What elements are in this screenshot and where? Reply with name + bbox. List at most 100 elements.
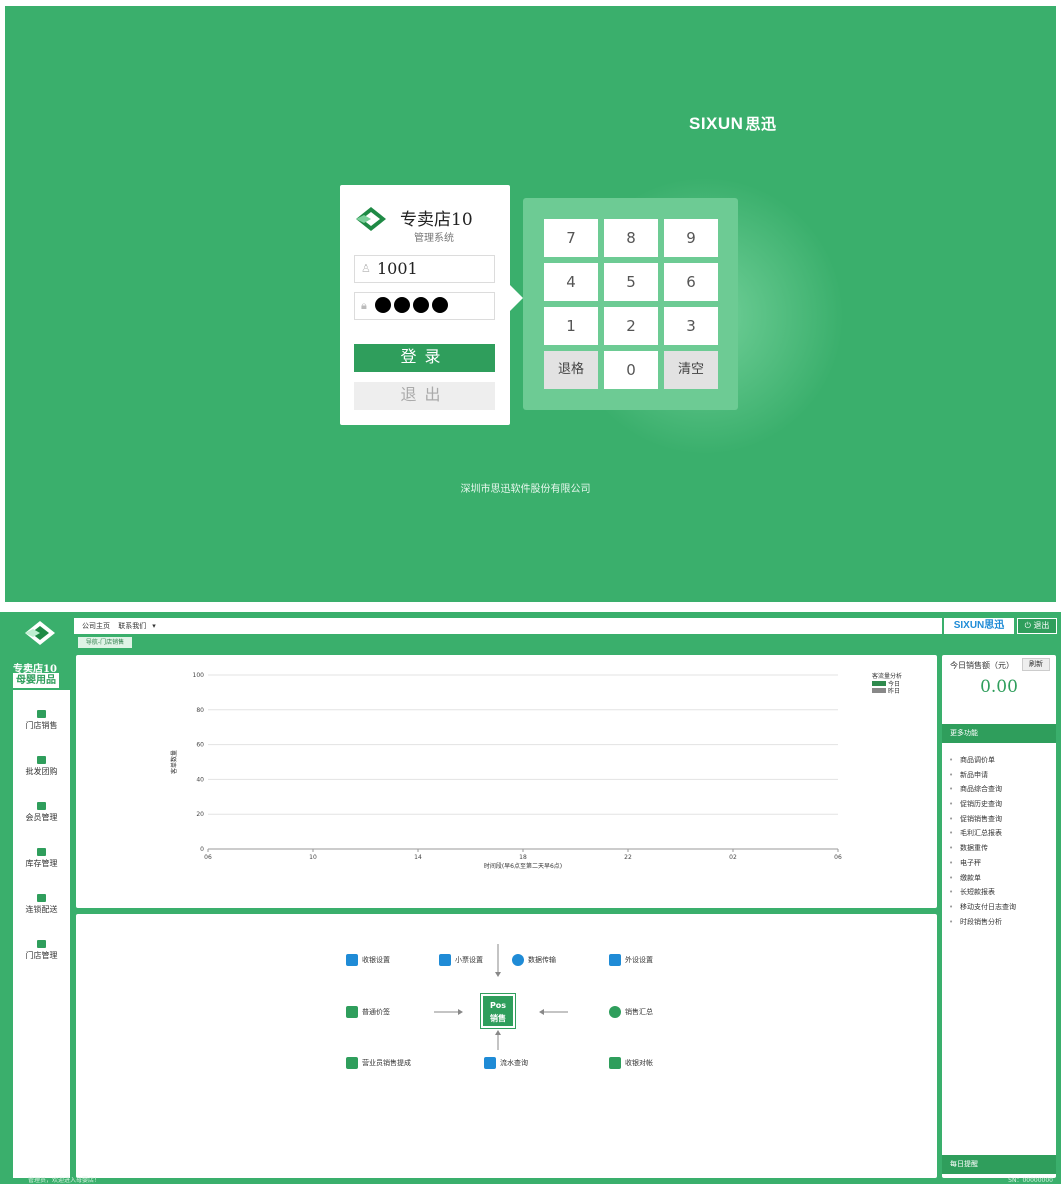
globe-icon — [512, 954, 524, 966]
data-transfer-button[interactable]: 数据传输 — [512, 954, 556, 966]
key-1[interactable]: 1 — [544, 307, 598, 345]
more-function-link[interactable]: 数据重传 — [942, 841, 1056, 856]
sidebar-item-store-sales[interactable]: 门店销售 — [13, 710, 70, 731]
more-function-link[interactable]: 电子秤 — [942, 856, 1056, 871]
brand-text: SIXUN — [689, 114, 744, 133]
sidebar-item-store-manage[interactable]: 门店管理 — [13, 940, 70, 961]
price-label-button[interactable]: 普通价签 — [346, 1006, 390, 1018]
power-icon: ⏻ — [1024, 621, 1031, 630]
flow-query-button[interactable]: 流水查询 — [484, 1057, 528, 1069]
store-type-badge: 母婴用品 — [13, 673, 59, 688]
top-bar: 公司主页 联系我们 ▾ — [74, 618, 942, 634]
key-backspace[interactable]: 退格 — [544, 351, 598, 389]
pos-sales-label: 销售 — [490, 1014, 506, 1023]
x-tick-label: 06 — [204, 854, 212, 861]
password-field[interactable]: 🔒︎ — [354, 292, 495, 320]
more-function-link[interactable]: 毛利汇总报表 — [942, 826, 1056, 841]
key-2[interactable]: 2 — [604, 307, 658, 345]
company-name: 深圳市思迅软件股份有限公司 — [460, 484, 591, 495]
y-tick-label: 0 — [200, 846, 204, 853]
tab-store-sales[interactable]: 导航-门店销售 — [78, 637, 132, 648]
flow-query-label: 流水查询 — [500, 1059, 528, 1067]
x-tick-label: 22 — [624, 854, 632, 861]
username-value: 1001 — [377, 259, 418, 278]
brand-text-cn: 思迅 — [745, 116, 777, 133]
sidebar-item-label: 连锁配送 — [25, 905, 58, 914]
ticket-settings-button[interactable]: 小票设置 — [439, 954, 483, 966]
more-functions-header: 更多功能 — [942, 724, 1056, 743]
key-5[interactable]: 5 — [604, 263, 658, 301]
daily-reminder-header[interactable]: 每日提醒 — [942, 1155, 1056, 1174]
more-function-link[interactable]: 商品调价单 — [942, 753, 1056, 768]
x-tick-label: 14 — [414, 854, 422, 861]
sidebar-item-label: 库存管理 — [25, 859, 58, 868]
x-tick-label: 18 — [519, 854, 527, 861]
more-function-link[interactable]: 移动支付日志查询 — [942, 900, 1056, 915]
x-axis-label: 时间段(早6点至第二天早6点) — [484, 862, 562, 870]
password-dot — [432, 297, 448, 313]
arrow-up-icon — [495, 1030, 501, 1035]
lock-icon: 🔒︎ — [361, 299, 367, 312]
exit-button[interactable]: 退出 — [354, 382, 495, 410]
contact-link[interactable]: 联系我们 — [118, 622, 146, 630]
key-3[interactable]: 3 — [664, 307, 718, 345]
y-tick-label: 20 — [196, 811, 204, 818]
pos-label: Pos — [489, 1001, 507, 1010]
salesperson-commission-button[interactable]: 营业员销售提成 — [346, 1057, 411, 1069]
chevron-down-icon[interactable]: ▾ — [152, 622, 156, 630]
sidebar-item-wholesale[interactable]: 批发团购 — [13, 756, 70, 777]
key-7[interactable]: 7 — [544, 219, 598, 257]
checklist-icon — [609, 1057, 621, 1069]
today-sales-label: 今日销售额（元） — [950, 661, 1014, 670]
member-icon — [37, 802, 46, 810]
sidebar-item-label: 门店管理 — [25, 951, 58, 960]
key-6[interactable]: 6 — [664, 263, 718, 301]
more-function-link[interactable]: 商品综合查询 — [942, 782, 1056, 797]
key-clear[interactable]: 清空 — [664, 351, 718, 389]
login-button[interactable]: 登录 — [354, 344, 495, 372]
function-arrows — [434, 944, 568, 1050]
legend-entry: 昨日 — [888, 687, 900, 695]
password-dot — [413, 297, 429, 313]
serial-number: SN：00000000 — [1008, 1177, 1053, 1184]
cashier-settings-button[interactable]: 收银设置 — [346, 954, 390, 966]
ticket-settings-label: 小票设置 — [455, 956, 483, 964]
peripheral-settings-button[interactable]: 外设设置 — [609, 954, 653, 966]
more-functions-list: 商品调价单新品申请商品综合查询促销历史查询促销销售查询毛利汇总报表数据重传电子秤… — [942, 753, 1056, 929]
pos-sales-button[interactable]: Pos 销售 — [480, 993, 516, 1029]
sidebar-item-member[interactable]: 会员管理 — [13, 802, 70, 823]
more-function-link[interactable]: 新品申请 — [942, 768, 1056, 783]
sidebar-logo-icon — [25, 621, 55, 645]
refresh-button[interactable]: 刷新 — [1022, 658, 1050, 671]
peripheral-settings-label: 外设设置 — [625, 956, 653, 964]
more-function-link[interactable]: 促销销售查询 — [942, 812, 1056, 827]
data-transfer-label: 数据传输 — [528, 956, 556, 964]
home-link[interactable]: 公司主页 — [82, 622, 110, 630]
sales-summary-button[interactable]: 销售汇总 — [609, 1006, 653, 1018]
inventory-icon — [37, 848, 46, 856]
function-panel: 收银设置 小票设置 数据传输 外设设置 普通价签 销售汇总 营业员销售提成 流水… — [76, 914, 937, 1178]
more-function-link[interactable]: 长短款报表 — [942, 885, 1056, 900]
password-mask — [375, 297, 448, 313]
more-function-link[interactable]: 时段销售分析 — [942, 915, 1056, 930]
cashier-reconcile-label: 收银对帐 — [625, 1059, 653, 1067]
key-9[interactable]: 9 — [664, 219, 718, 257]
more-function-link[interactable]: 促销历史查询 — [942, 797, 1056, 812]
more-function-link[interactable]: 缴款单 — [942, 871, 1056, 886]
sidebar-item-inventory[interactable]: 库存管理 — [13, 848, 70, 869]
bar-chart-icon — [346, 1006, 358, 1018]
logout-button[interactable]: ⏻ 退出 — [1017, 618, 1057, 634]
key-4[interactable]: 4 — [544, 263, 598, 301]
y-tick-label: 80 — [196, 707, 204, 714]
x-tick-label: 06 — [834, 854, 842, 861]
y-axis-label: 客单数量 — [170, 750, 178, 774]
password-dot — [375, 297, 391, 313]
key-8[interactable]: 8 — [604, 219, 658, 257]
key-0[interactable]: 0 — [604, 351, 658, 389]
cashier-reconcile-button[interactable]: 收银对帐 — [609, 1057, 653, 1069]
username-field[interactable]: ♙ 1001 — [354, 255, 495, 283]
password-dot — [394, 297, 410, 313]
today-sales-value: 0.00 — [980, 677, 1018, 697]
wholesale-icon — [37, 756, 46, 764]
sidebar-item-distribution[interactable]: 连锁配送 — [13, 894, 70, 915]
